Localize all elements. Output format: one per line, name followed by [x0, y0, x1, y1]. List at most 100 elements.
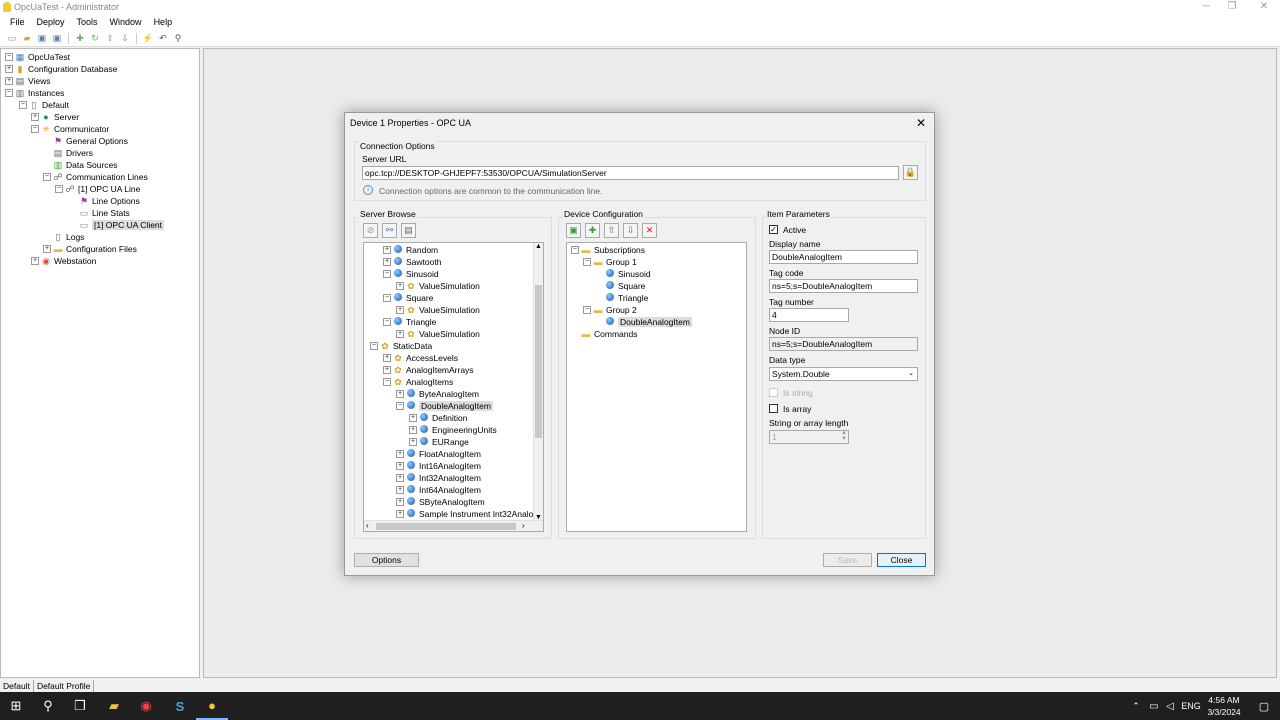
tree-item-opc-ua-line[interactable]: − ☍ [1] OPC UA Line — [55, 183, 140, 195]
close-button[interactable]: Close — [877, 553, 926, 567]
vertical-scrollbar[interactable]: ▲ ▼ — [533, 243, 543, 521]
delete-icon[interactable]: ✕ — [642, 223, 657, 238]
collapse-icon[interactable]: − — [5, 53, 13, 61]
collapse-icon[interactable]: − — [383, 378, 391, 386]
tree-item-line-stats[interactable]: ▭ Line Stats — [69, 207, 130, 219]
file-explorer-icon[interactable]: ▰ — [98, 692, 130, 720]
config-node[interactable]: ▬ Commands — [571, 328, 638, 340]
expand-icon[interactable]: + — [396, 510, 404, 518]
import-icon[interactable]: ⇩ — [119, 33, 131, 44]
browse-node[interactable]: + ✿ ValueSimulation — [396, 280, 480, 292]
tree-item-config-db[interactable]: + ▮ Configuration Database — [5, 63, 117, 75]
save-button[interactable]: Save — [823, 553, 872, 567]
tag-code-input[interactable]: ns=5;s=DoubleAnalogItem — [769, 279, 918, 293]
undo-icon[interactable]: ↶ — [157, 33, 169, 44]
tree-item-drivers[interactable]: ▤ Drivers — [43, 147, 93, 159]
chrome-icon[interactable]: ◉ — [130, 692, 162, 720]
tree-item-project[interactable]: − ▦ OpcUaTest — [5, 51, 70, 63]
tree-item-opc-ua-client[interactable]: ▭ [1] OPC UA Client — [69, 219, 165, 231]
notifications-icon[interactable]: ▢ — [1248, 692, 1280, 720]
collapse-icon[interactable]: − — [583, 306, 591, 314]
tree-item-communicator[interactable]: − ✳ Communicator — [31, 123, 109, 135]
menu-tools[interactable]: Tools — [71, 15, 104, 31]
expand-icon[interactable]: + — [396, 282, 404, 290]
menu-help[interactable]: Help — [148, 15, 179, 31]
menu-file[interactable]: File — [4, 15, 31, 31]
menu-window[interactable]: Window — [104, 15, 148, 31]
browse-node[interactable]: + Sawtooth — [383, 256, 441, 268]
network-icon[interactable]: ▭ — [1146, 692, 1162, 720]
data-type-select[interactable]: System.Double ⌄ — [769, 367, 918, 381]
search-icon[interactable]: ⚲ — [32, 692, 64, 720]
expand-icon[interactable]: + — [383, 258, 391, 266]
scroll-left-icon[interactable]: ‹ — [366, 521, 369, 530]
browse-node[interactable]: + EURange — [409, 436, 469, 448]
clock-time[interactable]: 4:56 AM — [1208, 695, 1240, 705]
collapse-icon[interactable]: − — [383, 318, 391, 326]
add-icon[interactable]: ✚ — [74, 33, 86, 44]
expand-icon[interactable]: + — [31, 113, 39, 121]
browse-node[interactable]: + Sample Instrument Int32AnalogI — [396, 508, 540, 520]
expand-icon[interactable]: + — [5, 77, 13, 85]
move-down-icon[interactable]: ⇩ — [623, 223, 638, 238]
tree-item-comm-lines[interactable]: − ☍ Communication Lines — [43, 171, 148, 183]
language-indicator[interactable]: ENG — [1178, 692, 1204, 720]
expand-icon[interactable]: + — [396, 486, 404, 494]
collapse-icon[interactable]: − — [396, 402, 404, 410]
browse-node[interactable]: + ✿ ValueSimulation — [396, 304, 480, 316]
server-browse-tree[interactable]: + Random + Sawtooth − Sinusoid + ✿ ValueSimulati… — [363, 242, 544, 532]
connect-icon[interactable]: ⚯ — [382, 223, 397, 238]
scroll-up-icon[interactable]: ▲ — [535, 243, 542, 250]
collapse-icon[interactable]: − — [19, 101, 27, 109]
tag-number-input[interactable]: 4 — [769, 308, 849, 322]
open-icon[interactable]: ▰ — [21, 33, 33, 44]
expand-icon[interactable]: + — [396, 330, 404, 338]
tree-item-data-sources[interactable]: ▥ Data Sources — [43, 159, 118, 171]
scrollbar-thumb[interactable] — [535, 285, 542, 438]
node-id-input[interactable]: ns=5;s=DoubleAnalogItem — [769, 337, 918, 351]
active-checkbox[interactable]: ✓ — [769, 225, 778, 234]
deploy-icon[interactable]: ⚡ — [142, 33, 154, 44]
expand-icon[interactable]: + — [396, 498, 404, 506]
tree-item-instances[interactable]: − ▥ Instances — [5, 87, 64, 99]
expand-icon[interactable]: + — [383, 366, 391, 374]
clock-date[interactable]: 3/3/2024 — [1204, 707, 1244, 717]
is-array-checkbox[interactable] — [769, 404, 778, 413]
browse-node[interactable]: + Definition — [409, 412, 467, 424]
minimize-icon[interactable]: ─ — [1192, 0, 1220, 14]
save-all-icon[interactable]: ▣ — [51, 33, 63, 44]
disconnect-icon[interactable]: ⊘ — [363, 223, 378, 238]
config-node[interactable]: − ▬ Group 2 — [583, 304, 637, 316]
config-node[interactable]: Triangle — [595, 292, 648, 304]
is-string-checkbox[interactable] — [769, 388, 778, 397]
export-icon[interactable]: ⇪ — [104, 33, 116, 44]
display-name-input[interactable]: DoubleAnalogItem — [769, 250, 918, 264]
tree-item-line-options[interactable]: ⚑ Line Options — [69, 195, 140, 207]
browse-node[interactable]: + EngineeringUnits — [409, 424, 497, 436]
scada-app-icon[interactable]: S — [164, 692, 196, 720]
opc-app-icon[interactable]: ● — [196, 692, 228, 720]
restore-icon[interactable]: ❐ — [1218, 0, 1246, 14]
tree-item-general-options[interactable]: ⚑ General Options — [43, 135, 128, 147]
expand-icon[interactable]: + — [5, 65, 13, 73]
browse-node[interactable]: + Int16AnalogItem — [396, 460, 481, 472]
volume-icon[interactable]: ◁ — [1162, 692, 1178, 720]
collapse-icon[interactable]: − — [571, 246, 579, 254]
config-node[interactable]: Sinusoid — [595, 268, 651, 280]
expand-icon[interactable]: + — [396, 450, 404, 458]
browse-node[interactable]: + Int32AnalogItem — [396, 472, 481, 484]
tree-item-config-files[interactable]: + ▬ Configuration Files — [43, 243, 137, 255]
add-item-icon[interactable]: ✚ — [585, 223, 600, 238]
refresh-icon[interactable]: ↻ — [89, 33, 101, 44]
server-url-input[interactable]: opc.tcp://DESKTOP-GHJEPF7:53530/OPCUA/Si… — [362, 166, 899, 180]
browse-node[interactable]: − Square — [383, 292, 433, 304]
browse-node[interactable]: + ✿ ValueSimulation — [396, 328, 480, 340]
menu-deploy[interactable]: Deploy — [31, 15, 71, 31]
chevron-up-icon[interactable]: ⌃ — [1128, 692, 1144, 720]
lock-icon[interactable]: 🔒 — [903, 165, 918, 180]
expand-icon[interactable]: + — [396, 390, 404, 398]
length-input[interactable]: 1 ▲ ▼ — [769, 430, 849, 444]
browse-node[interactable]: + ByteAnalogItem — [396, 388, 479, 400]
collapse-icon[interactable]: − — [43, 173, 51, 181]
tree-item-views[interactable]: + ▤ Views — [5, 75, 51, 87]
